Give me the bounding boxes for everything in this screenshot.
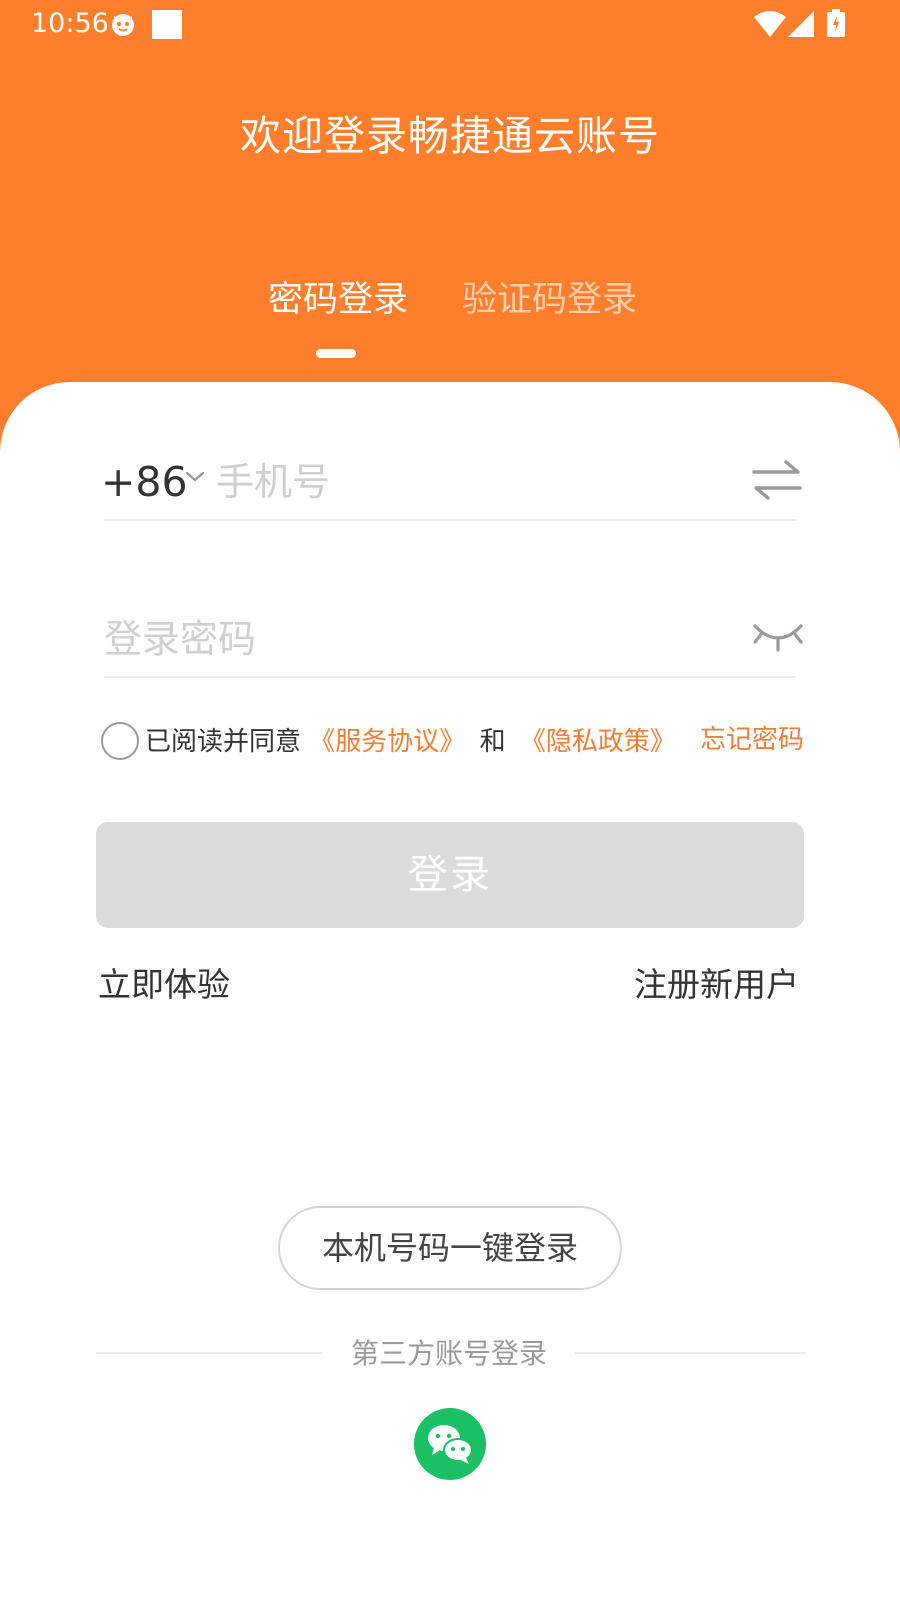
status-time: 10:56 xyxy=(31,8,109,39)
eye-closed-icon[interactable] xyxy=(752,620,804,654)
cat-notification-icon xyxy=(112,14,134,36)
divider-left xyxy=(96,1352,323,1354)
forgot-password-link[interactable]: 忘记密码 xyxy=(700,720,804,760)
tab-password-login[interactable]: 密码登录 xyxy=(268,270,408,330)
square-notification-icon xyxy=(152,10,182,39)
country-code-selector[interactable]: +86 xyxy=(101,454,188,510)
signal-icon xyxy=(788,11,814,37)
agreement-prefix: 已阅读并同意 xyxy=(145,727,302,757)
wechat-icon xyxy=(428,1425,473,1464)
agreement-text: 已阅读并同意 《服务协议》 和 《隐私政策》 xyxy=(145,722,676,762)
privacy-policy-link[interactable]: 《隐私政策》 xyxy=(520,722,676,762)
status-bar: 10:56 xyxy=(0,0,900,48)
chevron-down-icon[interactable] xyxy=(184,470,206,484)
agreement-checkbox[interactable] xyxy=(101,722,139,760)
active-tab-indicator xyxy=(316,349,356,358)
switch-arrows-icon[interactable] xyxy=(752,458,802,502)
wifi-icon xyxy=(754,11,786,37)
welcome-title: 欢迎登录畅捷通云账号 xyxy=(240,112,660,160)
register-link[interactable]: 注册新用户 xyxy=(634,960,799,1010)
one-key-login-button[interactable]: 本机号码一键登录 xyxy=(278,1206,622,1290)
third-party-login-label: 第三方账号登录 xyxy=(350,1337,547,1370)
wechat-login-button[interactable] xyxy=(414,1408,486,1480)
login-button[interactable]: 登录 xyxy=(96,822,804,928)
phone-number-input[interactable] xyxy=(216,452,716,512)
password-input[interactable] xyxy=(104,607,704,671)
divider-right xyxy=(575,1352,805,1354)
tab-verification-code-login[interactable]: 验证码登录 xyxy=(462,270,637,330)
phone-input-underline xyxy=(104,519,796,521)
battery-icon xyxy=(827,9,845,37)
password-input-underline xyxy=(104,676,796,678)
service-agreement-link[interactable]: 《服务协议》 xyxy=(309,722,465,762)
agreement-and: 和 xyxy=(479,727,506,757)
try-now-link[interactable]: 立即体验 xyxy=(98,960,230,1010)
